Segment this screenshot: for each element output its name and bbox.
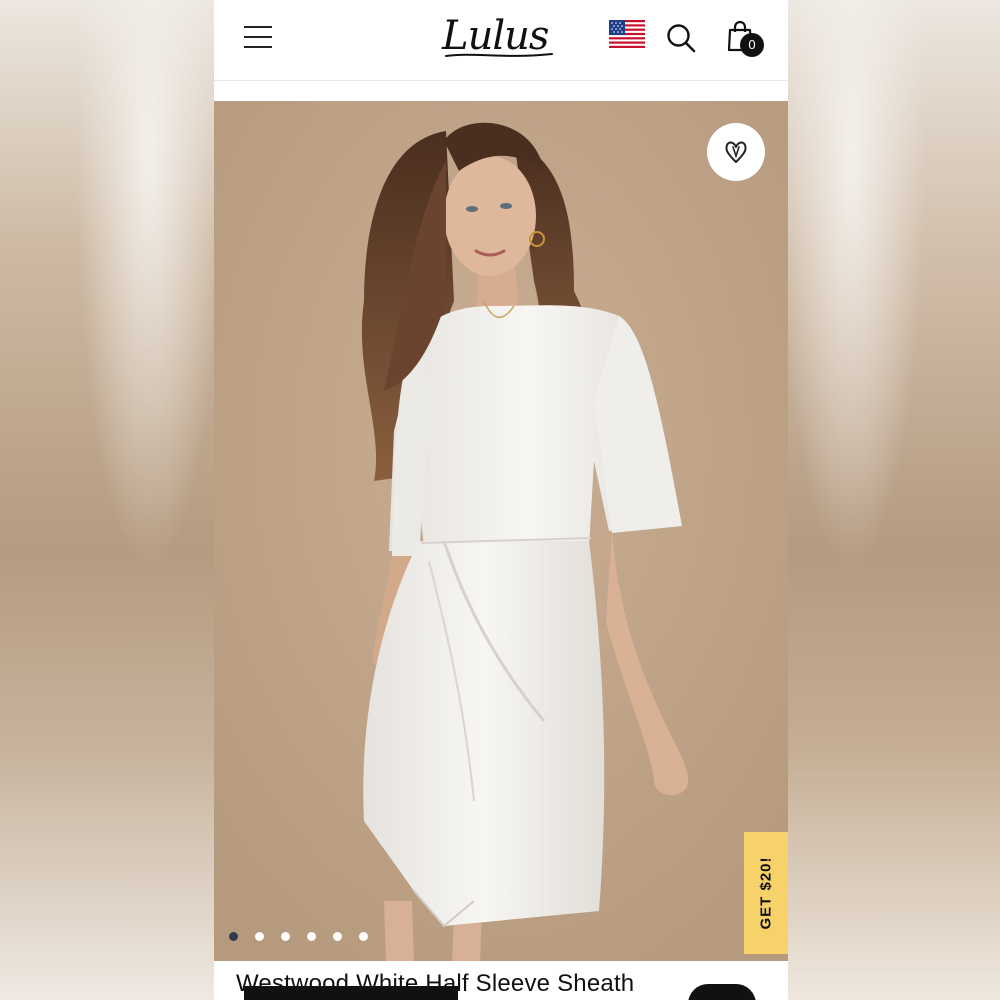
blurred-background-left [0, 0, 214, 1000]
promo-tab[interactable]: GET $20! [744, 832, 788, 954]
site-header: Lulus 0 [214, 0, 788, 81]
overlay-bar [244, 986, 458, 1000]
product-image[interactable]: GET $20! [214, 101, 788, 961]
logo-swash-icon [445, 53, 553, 57]
carousel-dot[interactable] [333, 932, 342, 941]
blurred-background-right [788, 0, 1000, 1000]
promo-label: GET $20! [757, 856, 775, 930]
carousel-dot[interactable] [359, 932, 368, 941]
wishlist-button[interactable] [707, 123, 765, 181]
cart-count-badge: 0 [740, 33, 764, 57]
model-photo [214, 101, 788, 961]
search-icon[interactable] [666, 23, 696, 53]
carousel-dot[interactable] [229, 932, 238, 941]
menu-icon[interactable] [244, 26, 272, 48]
carousel-dot[interactable] [307, 932, 316, 941]
carousel-dot[interactable] [255, 932, 264, 941]
heart-icon [725, 141, 747, 163]
mobile-page: Lulus 0 GET $20! Westwood White Half Sle… [214, 0, 788, 1000]
us-flag-icon[interactable] [609, 20, 645, 48]
carousel-dots [229, 932, 368, 944]
chat-button[interactable] [688, 984, 756, 1000]
carousel-dot[interactable] [281, 932, 290, 941]
